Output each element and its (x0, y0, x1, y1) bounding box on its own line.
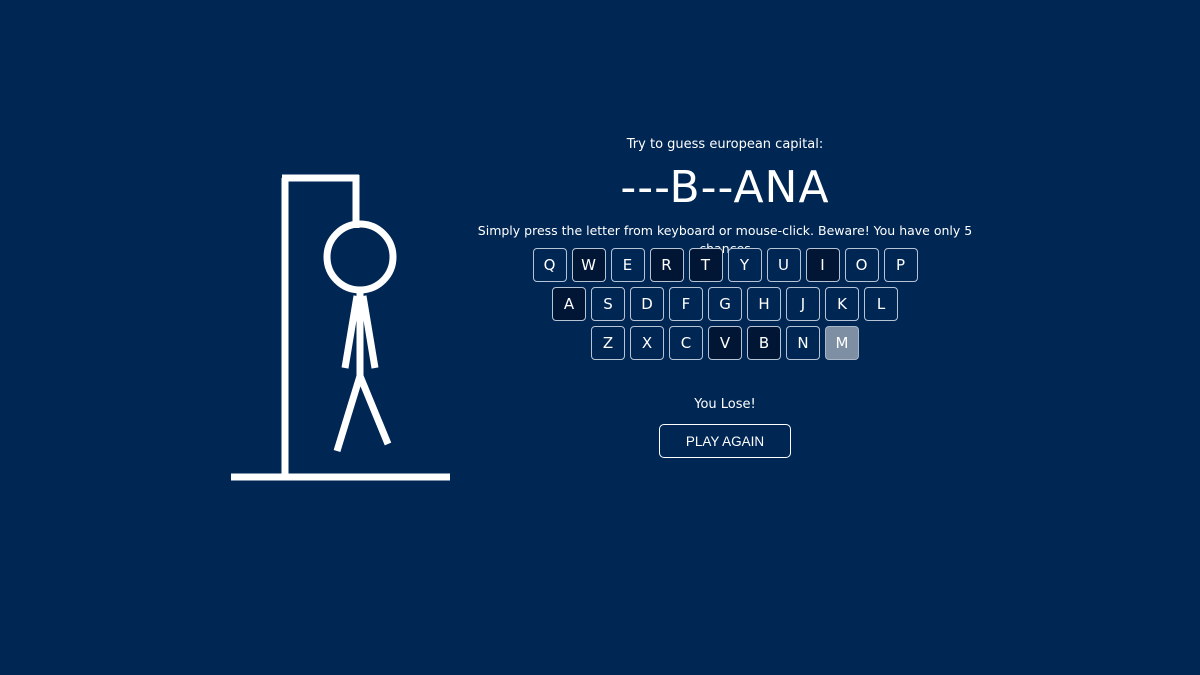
key-p[interactable]: P (883, 248, 918, 282)
game-panel: Try to guess european capital: ---B--ANA… (460, 130, 990, 458)
key-s[interactable]: S (591, 287, 625, 321)
key-j[interactable]: J (786, 287, 820, 321)
game-screen: Try to guess european capital: ---B--ANA… (0, 0, 1200, 675)
hangman-left-leg (333, 374, 364, 453)
key-b[interactable]: B (747, 326, 781, 360)
key-y[interactable]: Y (727, 248, 762, 282)
instructions-text: Simply press the letter from keyboard or… (477, 223, 973, 256)
key-a[interactable]: A (552, 287, 586, 321)
key-k[interactable]: K (825, 287, 859, 321)
keyboard-row-2: A S D F G H J K L (460, 287, 990, 321)
hangman-left-arm (341, 295, 361, 369)
key-l[interactable]: L (864, 287, 898, 321)
key-e[interactable]: E (610, 248, 645, 282)
hangman-right-leg (356, 374, 392, 446)
key-h[interactable]: H (747, 287, 781, 321)
key-v[interactable]: V (708, 326, 742, 360)
hangman-head (323, 220, 397, 294)
hangman-right-arm (359, 295, 379, 369)
prompt-text: Try to guess european capital: (626, 137, 824, 152)
key-g[interactable]: G (708, 287, 742, 321)
key-n[interactable]: N (786, 326, 820, 360)
play-again-button[interactable]: PLAY AGAIN (659, 424, 791, 458)
key-w[interactable]: W (571, 248, 606, 282)
key-z[interactable]: Z (591, 326, 625, 360)
key-t[interactable]: T (688, 248, 723, 282)
key-c[interactable]: C (669, 326, 703, 360)
key-o[interactable]: O (844, 248, 879, 282)
key-f[interactable]: F (669, 287, 703, 321)
result-text: You Lose! (694, 397, 756, 412)
key-x[interactable]: X (630, 326, 664, 360)
key-i[interactable]: I (805, 248, 840, 282)
letter-keyboard: Q W E R T Y U I O P A S D F G H J K L Z … (460, 248, 990, 360)
key-d[interactable]: D (630, 287, 664, 321)
keyboard-row-3: Z X C V B N M (460, 326, 990, 360)
key-r[interactable]: R (649, 248, 684, 282)
masked-word: ---B--ANA (620, 162, 830, 213)
hangman-drawing (231, 174, 450, 481)
key-q[interactable]: Q (532, 248, 567, 282)
key-u[interactable]: U (766, 248, 801, 282)
key-m[interactable]: M (825, 326, 859, 360)
